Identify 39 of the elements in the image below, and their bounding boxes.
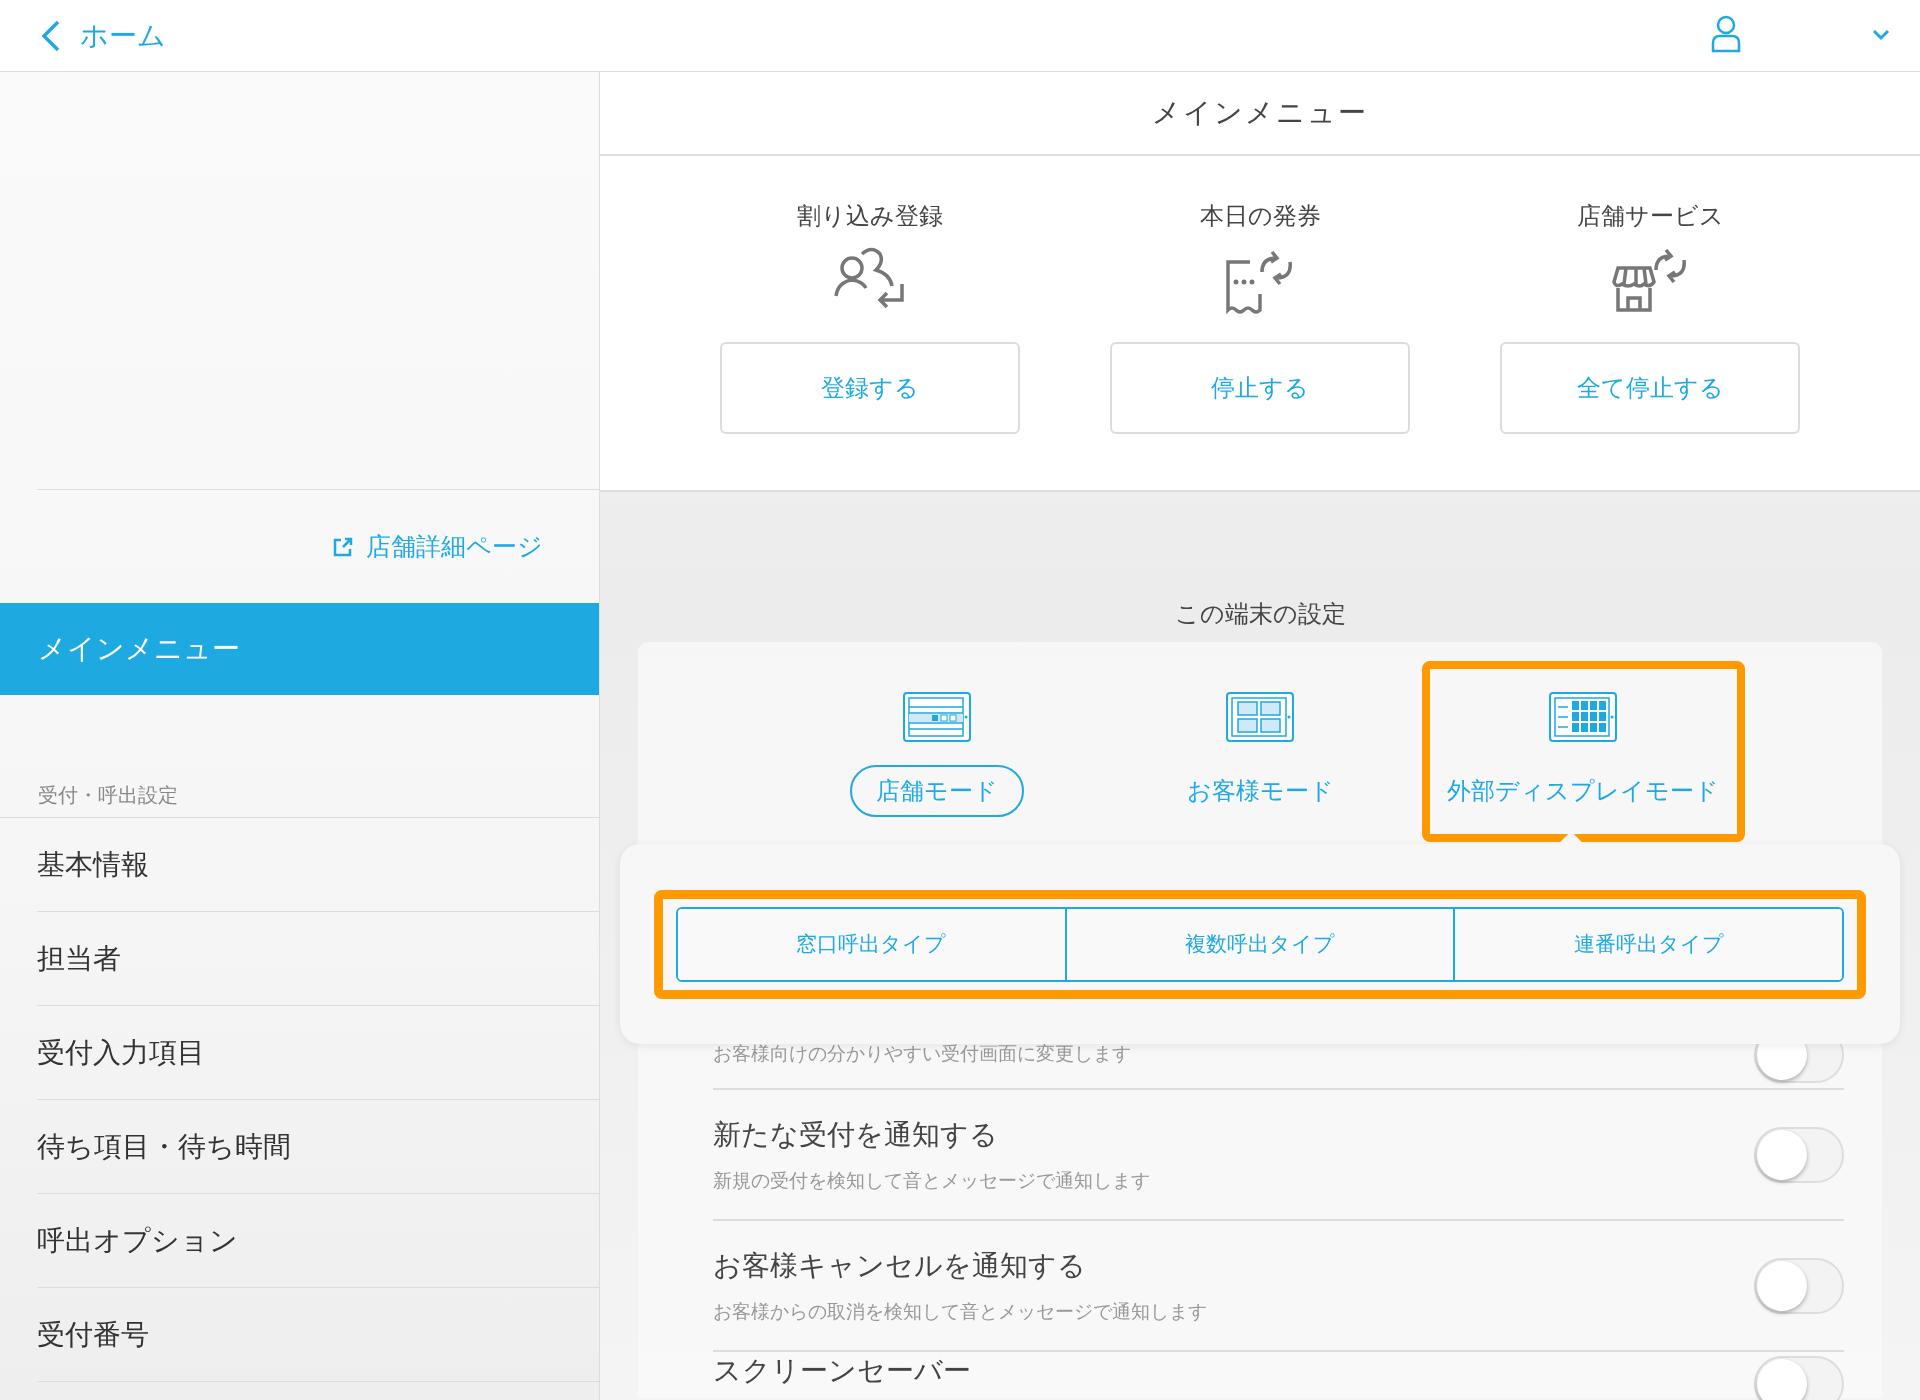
toggle-switch[interactable] — [1754, 1356, 1844, 1400]
sidebar-item[interactable]: 基本情報 — [37, 818, 599, 912]
user-icon[interactable] — [1710, 14, 1742, 53]
segment-option[interactable]: 窓口呼出タイプ — [678, 908, 1065, 980]
page-title: メインメニュー — [1152, 95, 1368, 131]
toggle-switch[interactable] — [1754, 1257, 1844, 1314]
external-link-icon — [332, 535, 354, 558]
action-button[interactable]: 全て停止する — [1500, 342, 1800, 434]
tiles-screen-icon — [1225, 691, 1295, 743]
store-details-link[interactable]: 店舗詳細ページ — [332, 530, 543, 563]
setting-title: 新たな受付を通知する — [713, 1116, 999, 1153]
sidebar-item[interactable]: 受付入力項目 — [37, 1006, 599, 1100]
section-heading: 受付・呼出設定 — [38, 782, 178, 809]
chevron-left-icon — [40, 18, 62, 53]
setting-description: お客様からの取消を検知して音とメッセージで通知します — [713, 1298, 1208, 1324]
sidebar-item[interactable]: 待ち項目・待ち時間 — [37, 1100, 599, 1194]
setting-description: 新規の受付を検知して音とメッセージで通知します — [713, 1167, 1151, 1193]
mode-option[interactable]: 外部ディスプレイモード — [1421, 765, 1745, 817]
sidebar-item[interactable]: 呼出オプション — [37, 1194, 599, 1288]
action-title: 割り込み登録 — [797, 201, 943, 232]
segment-option[interactable]: 複数呼出タイプ — [1064, 908, 1454, 980]
list-screen-icon — [902, 691, 972, 743]
action-button[interactable]: 停止する — [1110, 342, 1410, 434]
setting-title: スクリーンセーバー — [713, 1356, 972, 1387]
mode-option[interactable]: お客様モード — [1160, 765, 1360, 817]
segment-option[interactable]: 連番呼出タイプ — [1453, 908, 1842, 980]
action-button[interactable]: 登録する — [720, 342, 1020, 434]
toggle-switch[interactable] — [1754, 1126, 1844, 1183]
sidebar-item[interactable]: 担当者 — [37, 912, 599, 1006]
action-title: 店舗サービス — [1576, 201, 1724, 232]
sidebar-item[interactable]: メインメニュー — [0, 603, 599, 695]
mode-option[interactable]: 店舗モード — [850, 765, 1024, 817]
action-title: 本日の発券 — [1199, 201, 1321, 232]
setting-description: お客様向けの分かりやすい受付画面に変更します — [713, 1041, 1132, 1066]
chevron-down-icon[interactable] — [1872, 29, 1890, 41]
section-title: この端末の設定 — [1174, 599, 1346, 630]
grid-screen-icon — [1548, 691, 1618, 743]
sidebar-item[interactable]: 受付番号 — [37, 1288, 599, 1382]
setting-title: お客様キャンセルを通知する — [713, 1247, 1087, 1284]
